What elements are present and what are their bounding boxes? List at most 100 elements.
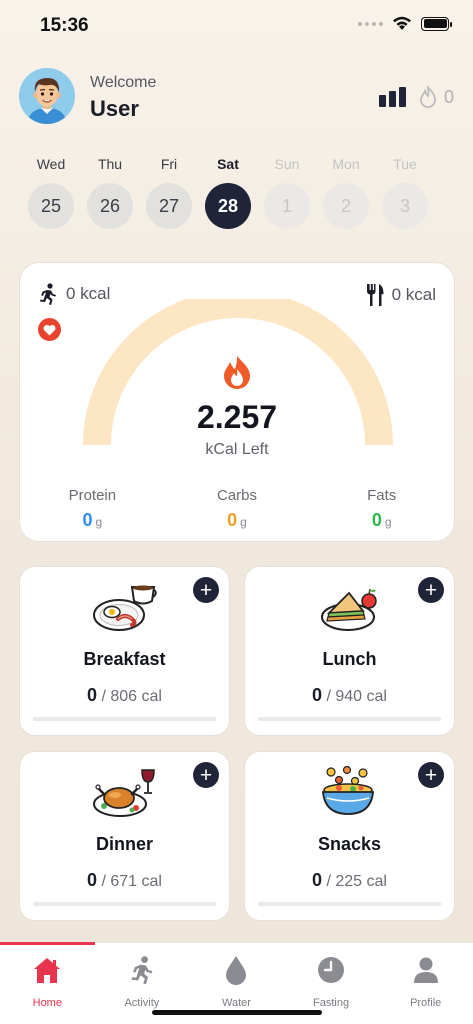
status-icons — [358, 16, 452, 31]
add-dinner-button[interactable]: + — [193, 762, 219, 788]
meal-progress-bar — [33, 902, 216, 906]
day-thu[interactable]: Thu 26 — [87, 156, 133, 229]
meal-target: / 940 cal — [322, 688, 387, 705]
day-name: Mon — [332, 156, 360, 172]
eaten-value: 0 kcal — [391, 285, 436, 304]
meal-eaten: 0 — [312, 685, 323, 705]
macro-carbs: Carbs 0 g — [165, 487, 310, 531]
tab-label: Profile — [410, 997, 442, 1009]
day-name: Tue — [393, 156, 417, 172]
meal-eaten: 0 — [87, 870, 98, 890]
day-number: 3 — [382, 183, 428, 229]
meal-target: / 225 cal — [322, 873, 387, 890]
meal-card-snacks[interactable]: + Snacks 0 / 225 cal — [244, 751, 455, 921]
flame-outline-icon — [420, 86, 436, 108]
macro-value: 0 — [371, 510, 382, 530]
meal-calories: 0 / 225 cal — [245, 870, 454, 891]
macro-value-row: 0g — [309, 510, 454, 531]
add-snacks-button[interactable]: + — [418, 762, 444, 788]
macro-unit: g — [240, 515, 247, 529]
avatar[interactable] — [19, 68, 75, 124]
day-wed[interactable]: Wed 25 — [28, 156, 74, 229]
day-number: 2 — [323, 183, 369, 229]
meal-calories: 0 / 940 cal — [245, 685, 454, 706]
macro-label: Fats — [367, 487, 397, 504]
macro-protein: Protein 0 g — [20, 487, 165, 531]
meal-card-lunch[interactable]: + Lunch 0 / 940 cal — [244, 566, 455, 736]
tab-label: Activity — [124, 997, 160, 1009]
day-name: Wed — [36, 156, 66, 172]
status-bar: 15:36 — [0, 0, 473, 50]
tab-profile[interactable]: Profile — [378, 943, 473, 1024]
running-icon — [40, 283, 56, 305]
macro-label: Carbs — [217, 487, 258, 504]
calorie-summary-card: 0 kcal 0 kcal 2.257 kCal Left Protein 0 g C… — [19, 262, 455, 542]
macro-fats: Fats 0 g — [309, 487, 454, 531]
macro-value: 0 — [227, 510, 238, 530]
tab-label: Home — [32, 997, 62, 1009]
streak[interactable]: 0 — [420, 86, 454, 108]
kcal-left-value: 2.257 — [196, 399, 278, 435]
day-name: Sat — [217, 156, 239, 172]
username: User — [90, 96, 139, 121]
meal-card-dinner[interactable]: + Dinner 0 / 671 cal — [19, 751, 230, 921]
welcome-text: Welcome — [90, 74, 157, 91]
day-number: 25 — [28, 183, 74, 229]
macro-value: 0 — [82, 510, 93, 530]
day-fri[interactable]: Fri 27 — [146, 156, 192, 229]
breakfast-plate-icon — [93, 585, 157, 631]
health-heart-button[interactable] — [38, 318, 61, 341]
macro-unit: g — [384, 515, 392, 529]
streak-count: 0 — [443, 86, 454, 107]
day-number: 1 — [264, 183, 310, 229]
flame-icon — [224, 356, 250, 389]
meal-calories: 0 / 806 cal — [20, 685, 229, 706]
status-time: 15:36 — [40, 15, 89, 36]
day-name: Sun — [274, 156, 300, 172]
header-actions: 0 — [378, 86, 454, 108]
home-icon — [32, 955, 62, 985]
day-sun[interactable]: Sun 1 — [264, 156, 310, 229]
bar-chart-icon[interactable] — [378, 87, 406, 107]
meal-eaten: 0 — [312, 870, 323, 890]
day-number: 28 — [205, 183, 251, 229]
meal-progress-bar — [258, 902, 441, 906]
signal-icon — [358, 21, 383, 26]
meal-target: / 806 cal — [97, 688, 162, 705]
water-drop-icon — [221, 955, 251, 985]
meal-calories: 0 / 671 cal — [20, 870, 229, 891]
tab-home[interactable]: Home — [0, 943, 95, 1024]
add-breakfast-button[interactable]: + — [193, 577, 219, 603]
person-icon — [411, 955, 441, 985]
bottom-tab-bar: Home Activity Water Fasting Profile — [0, 942, 473, 1024]
running-icon — [127, 955, 157, 985]
macro-value-row: 0g — [20, 510, 165, 531]
day-number: 26 — [87, 183, 133, 229]
day-selector: Wed 25 Thu 26 Fri 27 Sat 28 Sun 1 Mon 2 Tue 3 — [28, 156, 428, 229]
meal-eaten: 0 — [87, 685, 98, 705]
home-indicator — [152, 1010, 322, 1015]
tab-label: Fasting — [313, 997, 350, 1009]
meal-card-breakfast[interactable]: + Breakfast 0 / 806 cal — [19, 566, 230, 736]
header: Welcome User 0 — [19, 68, 454, 126]
meal-name: Breakfast — [83, 649, 166, 669]
day-tue[interactable]: Tue 3 — [382, 156, 428, 229]
day-name: Fri — [160, 156, 178, 172]
day-number: 27 — [146, 183, 192, 229]
day-sat[interactable]: Sat 28 — [205, 156, 251, 229]
macro-unit: g — [95, 515, 103, 529]
heart-icon — [43, 324, 56, 335]
macro-value-row: 0g — [165, 510, 310, 531]
meal-target: / 671 cal — [97, 873, 162, 890]
meal-name: Snacks — [317, 834, 382, 854]
clock-icon — [316, 955, 346, 985]
add-lunch-button[interactable]: + — [418, 577, 444, 603]
sandwich-plate-icon — [321, 588, 377, 631]
macro-label: Protein — [68, 487, 117, 504]
wifi-icon — [393, 16, 411, 30]
tab-label: Water — [222, 997, 251, 1009]
roast-chicken-icon — [93, 769, 155, 817]
day-mon[interactable]: Mon 2 — [323, 156, 369, 229]
macros-row: Protein 0 g Carbs 0 g Fats 0 g — [20, 487, 454, 531]
kcal-left-label: kCal Left — [205, 441, 269, 458]
